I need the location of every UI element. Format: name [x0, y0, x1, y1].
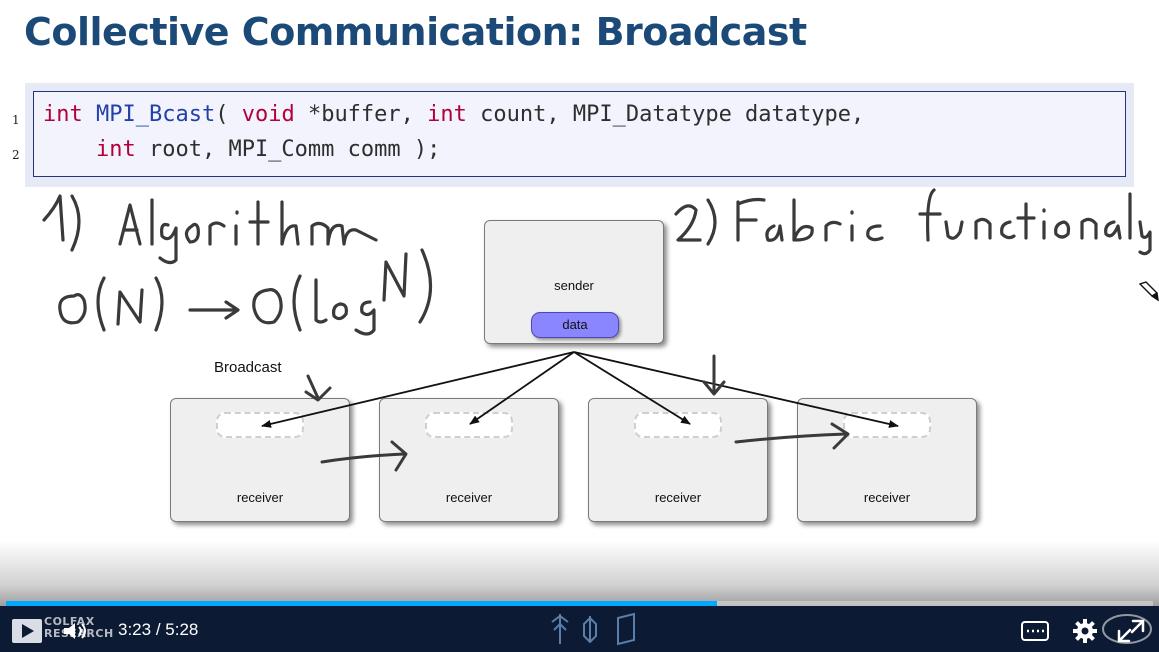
time-display: 3:23 / 5:28 — [118, 620, 198, 640]
broadcast-arrows — [261, 351, 899, 428]
duration: 5:28 — [165, 620, 199, 639]
diagram-overlay — [42, 188, 1159, 472]
handwriting-A — [118, 203, 142, 246]
handwriting-strokes — [42, 188, 1152, 336]
current-time: 3:23 — [118, 620, 152, 639]
arrow-to-receiver-3 — [573, 351, 691, 425]
fullscreen-icon[interactable] — [1116, 618, 1146, 644]
handwriting-complexity — [58, 248, 433, 336]
time-separator: / — [151, 620, 166, 639]
edit-pencil-icon — [1138, 281, 1159, 302]
handwriting-functionality — [918, 188, 1152, 256]
hand-arrow-down-3 — [702, 354, 726, 396]
hand-arrow-r3-to-r4 — [734, 422, 850, 450]
handwriting-fabric — [674, 197, 884, 246]
captions-icon[interactable] — [1021, 620, 1049, 642]
colfax-logo: COLFAX RESEARCH — [44, 616, 114, 640]
hand-drawn-arrows — [304, 354, 850, 472]
settings-icon[interactable] — [1072, 618, 1098, 644]
logo-line: RESEARCH — [44, 627, 114, 640]
handwriting-1 — [42, 194, 81, 252]
play-icon[interactable] — [12, 619, 42, 643]
arrow-to-receiver-4 — [573, 351, 899, 428]
hand-arrow-down-broadcast — [304, 374, 332, 402]
handwriting-algorithm — [150, 198, 378, 265]
hand-arrow-r1-to-r2 — [320, 440, 408, 472]
center-emblem-icon — [551, 612, 635, 646]
arrow-to-receiver-1 — [261, 351, 575, 428]
arrow-to-receiver-2 — [469, 351, 575, 425]
